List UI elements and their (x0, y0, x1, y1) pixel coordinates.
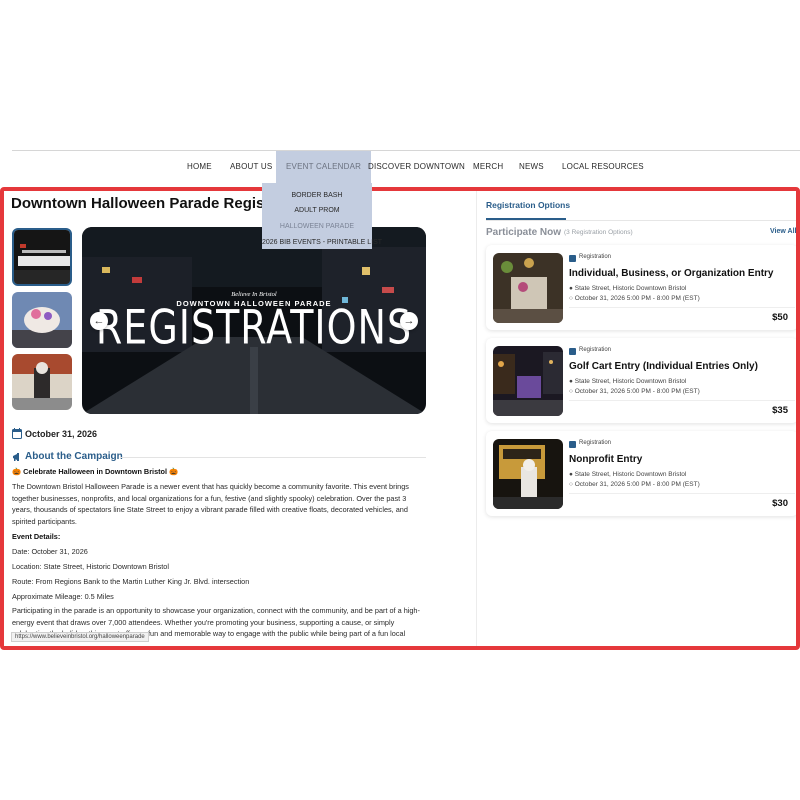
nonprofit-float-photo (493, 439, 563, 509)
card-location: ● State Street, Historic Downtown Bristo… (569, 471, 687, 478)
nav-local-resources[interactable]: LOCAL RESOURCES (562, 151, 644, 183)
participate-now-title: Participate Now (486, 227, 562, 238)
about-heading-text: About the Campaign (25, 451, 123, 462)
registration-card[interactable]: Registration Golf Cart Entry (Individual… (486, 338, 798, 423)
megaphone-icon (13, 453, 19, 461)
card-divider (569, 307, 795, 308)
card-location: ● State Street, Historic Downtown Bristo… (569, 378, 687, 385)
registration-badge: Registration (579, 440, 612, 446)
dropdown-item-printable-list[interactable]: 2026 BIB EVENTS - PRINTABLE LIST (262, 239, 382, 246)
registration-badge: Registration (579, 254, 612, 260)
card-time: ○ October 31, 2026 5:00 PM - 8:00 PM (ES… (569, 388, 700, 395)
dropdown-item-adult-prom[interactable]: ADULT PROM (262, 207, 372, 214)
card-price: $35 (772, 405, 788, 416)
card-time: ○ October 31, 2026 5:00 PM - 8:00 PM (ES… (569, 481, 700, 488)
nav-home[interactable]: HOME (187, 151, 212, 183)
card-image (493, 253, 563, 323)
registration-card[interactable]: Registration Nonprofit Entry ● State Str… (486, 431, 798, 516)
details-heading: Event Details: (12, 532, 61, 541)
card-image (493, 346, 563, 416)
registration-badge-icon (569, 255, 576, 262)
chevron-left-icon: ← (93, 315, 105, 327)
registration-badge-icon (569, 348, 576, 355)
card-time: ○ October 31, 2026 5:00 PM - 8:00 PM (ES… (569, 295, 700, 302)
intro-heading: 🎃 Celebrate Halloween in Downtown Bristo… (12, 467, 179, 476)
gallery-thumbnail[interactable] (12, 354, 72, 410)
intro-paragraph: The Downtown Bristol Halloween Parade is… (12, 482, 409, 526)
gallery-thumbnail[interactable] (12, 292, 72, 348)
nav-event-calendar[interactable]: EVENT CALENDAR (276, 151, 372, 183)
calendar-icon (12, 428, 22, 439)
nav-merch[interactable]: MERCH (473, 151, 503, 183)
registration-count: (3 Registration Options) (564, 229, 633, 236)
card-divider (569, 400, 795, 401)
detail-mileage: Approximate Mileage: 0.5 Miles (12, 592, 114, 601)
status-bar-url: https://www.believeinbristol.org/hallowe… (11, 632, 149, 642)
dropdown-item-border-bash[interactable]: BORDER BASH (262, 192, 372, 199)
tab-registration-options[interactable]: Registration Options (486, 200, 570, 210)
tab-divider (486, 220, 796, 221)
card-title[interactable]: Nonprofit Entry (569, 454, 642, 465)
detail-location: Location: State Street, Historic Downtow… (12, 562, 169, 571)
about-divider (120, 457, 426, 458)
detail-route: Route: From Regions Bank to the Martin L… (12, 577, 250, 586)
carousel-prev-button[interactable]: ← (90, 312, 108, 330)
event-date-text: October 31, 2026 (25, 429, 98, 439)
hero-script-text: Believe In Bristol (231, 291, 277, 298)
gallery-thumbnail[interactable] (12, 228, 72, 286)
card-price: $30 (772, 498, 788, 509)
parade-float-photo (493, 253, 563, 323)
view-all-link[interactable]: View All (770, 228, 796, 235)
card-divider (569, 493, 795, 494)
card-title[interactable]: Golf Cart Entry (Individual Entries Only… (569, 361, 758, 372)
registration-badge-icon (569, 441, 576, 448)
registration-card[interactable]: Registration Individual, Business, or Or… (486, 245, 798, 330)
card-price: $50 (772, 312, 788, 323)
detail-date: Date: October 31, 2026 (12, 547, 88, 556)
chevron-right-icon: → (403, 315, 415, 327)
thumbnail-costume-image (12, 354, 72, 410)
registration-badge: Registration (579, 347, 612, 353)
thumbnail-registrations-image (14, 230, 70, 284)
dropdown-item-halloween-parade[interactable]: HALLOWEEN PARADE (262, 223, 372, 230)
main-navigation: HOME ABOUT US EVENT CALENDAR DISCOVER DO… (12, 151, 800, 183)
hero-image: Believe In Bristol DOWNTOWN HALLOWEEN PA… (82, 227, 426, 414)
card-image (493, 439, 563, 509)
nav-discover-downtown[interactable]: DISCOVER DOWNTOWN (368, 151, 465, 183)
card-location: ● State Street, Historic Downtown Bristo… (569, 285, 687, 292)
card-title[interactable]: Individual, Business, or Organization En… (569, 268, 773, 279)
column-divider (476, 191, 477, 646)
carousel-next-button[interactable]: → (400, 312, 418, 330)
hero-headline: REGISTRATIONS (95, 299, 413, 355)
golf-cart-photo (493, 346, 563, 416)
nav-news[interactable]: NEWS (519, 151, 544, 183)
nav-about-us[interactable]: ABOUT US (230, 151, 272, 183)
thumbnail-parade-float-image (12, 292, 72, 348)
event-calendar-dropdown: BORDER BASH ADULT PROM HALLOWEEN PARADE … (262, 183, 382, 249)
